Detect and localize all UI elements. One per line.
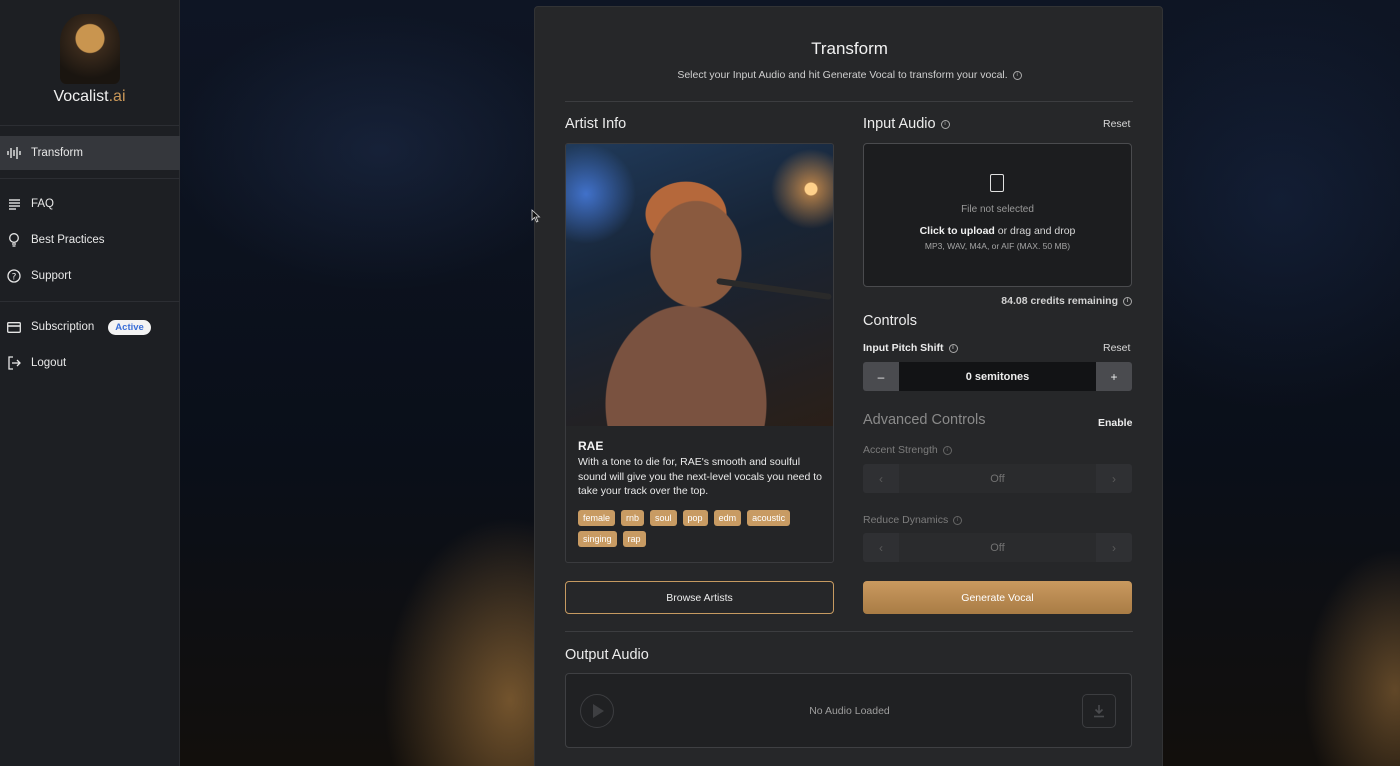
brand-avatar (59, 14, 120, 84)
sidebar-item-faq[interactable]: FAQ (0, 187, 180, 221)
status-badge: Active (108, 319, 151, 335)
tag: acoustic (747, 510, 791, 526)
decrement-button[interactable]: ‹ (863, 464, 899, 493)
player-status: No Audio Loaded (809, 705, 890, 717)
brand-name: Vocalist.ai (53, 88, 126, 105)
reduce-dynamics-stepper: ‹ Off › (863, 533, 1132, 562)
reduce-dynamics-label: Reduce Dynamics i (863, 514, 963, 526)
microphone-shape (716, 277, 832, 301)
enable-advanced-button[interactable]: Enable (1098, 417, 1132, 429)
credits-remaining: 84.08 credits remaining i (863, 295, 1132, 307)
info-icon[interactable]: i (940, 119, 950, 129)
info-icon[interactable]: i (948, 343, 958, 353)
generate-vocal-button[interactable]: Generate Vocal (863, 581, 1132, 614)
sidebar: Vocalist.ai Transform FAQ Best Practices… (0, 0, 180, 766)
info-icon[interactable]: i (1012, 70, 1022, 80)
sidebar-item-label: Transform (31, 147, 83, 159)
logo[interactable]: Vocalist.ai (0, 0, 179, 126)
accent-strength-label: Accent Strength i (863, 444, 952, 456)
tag: edm (713, 510, 742, 526)
tag: soul (650, 510, 677, 526)
input-audio-reset-button[interactable]: Reset (1103, 118, 1130, 130)
question-icon: ? (4, 269, 24, 283)
page-title: Transform (811, 39, 888, 58)
controls-heading: Controls (863, 313, 917, 329)
file-dropzone[interactable]: File not selected Click to upload or dra… (863, 143, 1132, 287)
sidebar-item-best-practices[interactable]: Best Practices (0, 223, 180, 257)
tag: rnb (621, 510, 645, 526)
browse-artists-button[interactable]: Browse Artists (565, 581, 834, 614)
sidebar-item-label: Logout (31, 357, 67, 369)
output-audio-heading: Output Audio (565, 647, 649, 663)
pitch-reset-button[interactable]: Reset (1103, 342, 1130, 354)
divider (565, 631, 1133, 632)
mouse-cursor-icon (531, 209, 541, 223)
waveform-icon (4, 146, 24, 160)
increment-button[interactable]: › (1096, 464, 1132, 493)
sidebar-item-label: Best Practices (31, 234, 105, 246)
tag: rap (622, 531, 646, 547)
reduce-dynamics-value: Off (899, 533, 1096, 562)
tag: female (578, 510, 616, 526)
list-icon (4, 198, 24, 211)
info-icon: i (942, 445, 952, 455)
accent-strength-value: Off (899, 464, 1096, 493)
page-subtitle: Select your Input Audio and hit Generate… (535, 69, 1164, 81)
upload-instructions: Click to upload or drag and drop (919, 225, 1076, 237)
file-formats: MP3, WAV, M4A, or AIF (MAX. 50 MB) (924, 241, 1071, 251)
download-icon[interactable] (1082, 694, 1116, 728)
transform-panel: Transform Select your Input Audio and hi… (534, 6, 1163, 766)
decrement-button[interactable]: ‹ (863, 533, 899, 562)
logout-icon (4, 356, 24, 370)
divider (565, 101, 1133, 102)
sidebar-item-subscription[interactable]: Subscription Active (0, 310, 180, 344)
decrement-button[interactable]: – (863, 362, 899, 391)
tag: singing (578, 531, 617, 547)
credit-card-icon (4, 321, 24, 333)
sidebar-item-transform[interactable]: Transform (0, 136, 180, 170)
sidebar-item-support[interactable]: ? Support (0, 259, 180, 293)
sidebar-item-label: Subscription (31, 321, 95, 333)
artist-image (566, 144, 833, 426)
sidebar-item-logout[interactable]: Logout (0, 346, 180, 380)
artist-name: RAE (578, 439, 604, 453)
input-audio-heading: Input Audio i (863, 116, 950, 132)
sidebar-item-label: Support (31, 270, 72, 282)
file-status: File not selected (961, 204, 1034, 215)
divider (0, 301, 180, 302)
divider (0, 178, 180, 179)
pitch-value[interactable]: 0 semitones (899, 362, 1096, 391)
file-icon (990, 174, 1004, 192)
sidebar-item-label: FAQ (31, 198, 55, 210)
artist-info-heading: Artist Info (565, 116, 627, 132)
accent-strength-stepper: ‹ Off › (863, 464, 1132, 493)
pitch-stepper: – 0 semitones + (863, 362, 1132, 391)
info-icon: i (953, 515, 963, 525)
audio-player: No Audio Loaded (565, 673, 1132, 748)
lightbulb-icon (4, 233, 24, 247)
pitch-shift-label: Input Pitch Shift i (863, 342, 958, 354)
tag: pop (682, 510, 708, 526)
upload-link[interactable]: Click to upload (920, 225, 995, 237)
advanced-controls-heading: Advanced Controls (863, 412, 986, 428)
svg-text:?: ? (12, 273, 17, 283)
increment-button[interactable]: › (1096, 533, 1132, 562)
artist-tags: female rnb soul pop edm acoustic singing… (578, 510, 828, 547)
increment-button[interactable]: + (1096, 362, 1132, 391)
artist-description: With a tone to die for, RAE's smooth and… (578, 456, 822, 497)
artist-card: RAE With a tone to die for, RAE's smooth… (565, 143, 834, 563)
info-icon[interactable]: i (1123, 296, 1132, 306)
